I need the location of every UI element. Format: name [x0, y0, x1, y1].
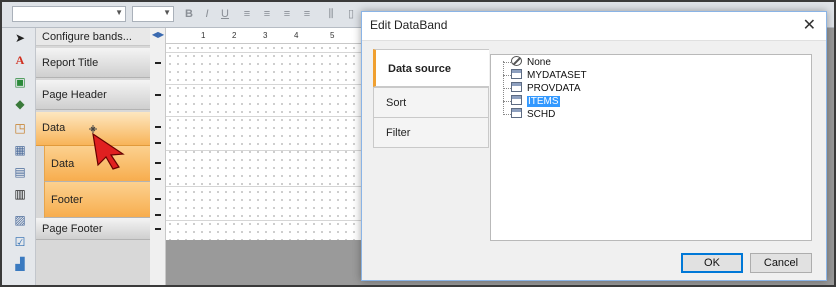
data-source-tree[interactable]: None MYDATASET PROVDATA ITEMS SCHD	[490, 54, 812, 241]
band-divider	[166, 150, 366, 151]
band-marker	[155, 198, 161, 200]
cancel-button[interactable]: Cancel	[750, 253, 812, 273]
table-icon	[511, 95, 522, 105]
checkbox-tool-icon[interactable]: ☑	[12, 234, 28, 250]
border-icon[interactable]: ⫼	[324, 6, 338, 22]
font-size-combo[interactable]: ▼	[132, 6, 174, 22]
tree-item-label: None	[527, 57, 551, 68]
dialog-body: Data source Sort Filter None MYDATASET P…	[362, 40, 826, 280]
tab-sort[interactable]: Sort	[373, 87, 489, 118]
band-marker	[155, 142, 161, 144]
ruler-tick: 1	[201, 31, 206, 40]
font-name-combo[interactable]: ▼	[12, 6, 126, 22]
band-divider	[166, 186, 366, 187]
tree-item-items[interactable]: ITEMS	[511, 95, 560, 108]
subreport-tool-icon[interactable]: ◳	[12, 120, 28, 136]
justify-icon[interactable]: ≡	[300, 6, 314, 22]
barcode-tool-icon[interactable]: ▥	[12, 186, 28, 202]
shape-tool-icon[interactable]: ◆	[12, 96, 28, 112]
collapse-toggle-icon[interactable]: ◀▶	[151, 28, 165, 42]
align-center-icon[interactable]: ≡	[260, 6, 274, 22]
band-marker	[155, 162, 161, 164]
tree-item-mydataset[interactable]: MYDATASET	[511, 69, 587, 82]
tree-item-label: PROVDATA	[527, 83, 581, 94]
tree-item-label: MYDATASET	[527, 70, 587, 81]
band-marker	[155, 62, 161, 64]
band-markers: ◀▶	[150, 28, 166, 285]
tree-connector	[503, 62, 511, 63]
underline-icon[interactable]: U	[218, 6, 232, 22]
band-footer[interactable]: Footer	[44, 182, 150, 218]
design-canvas[interactable]	[166, 44, 366, 240]
band-marker	[155, 94, 161, 96]
tab-filter[interactable]: Filter	[373, 117, 489, 148]
chart-tool-icon[interactable]: ▟	[12, 256, 28, 272]
band-divider	[166, 116, 366, 117]
band-divider	[166, 52, 366, 53]
tree-connector	[503, 75, 511, 76]
horizontal-ruler: 1 2 3 4 5	[166, 28, 366, 44]
ruler-tick: 5	[330, 31, 335, 40]
chevron-down-icon: ▼	[115, 8, 123, 17]
tree-item-label: SCHD	[527, 109, 556, 120]
table-icon	[511, 108, 522, 118]
tree-connector	[503, 88, 511, 89]
close-icon[interactable]: ✕	[803, 15, 816, 35]
band-report-title[interactable]: Report Title	[36, 48, 150, 78]
report-designer-window: ▼ ▼ B I U ≡ ≡ ≡ ≡ ⫼ ▯ ➤ A ▣ ◆ ◳ ▦ ▤ ▥ ▨ …	[0, 0, 836, 287]
tool-strip: ➤ A ▣ ◆ ◳ ▦ ▤ ▥ ▨ ☑ ▟	[2, 28, 36, 285]
band-divider	[166, 84, 366, 85]
tree-item-none[interactable]: None	[511, 56, 551, 69]
frame-icon[interactable]: ▯	[344, 6, 358, 22]
rich-text-tool-icon[interactable]: ▨	[12, 212, 28, 228]
align-left-icon[interactable]: ≡	[240, 6, 254, 22]
picture-tool-icon[interactable]: ▣	[12, 74, 28, 90]
band-page-header[interactable]: Page Header	[36, 80, 150, 110]
none-icon	[511, 56, 522, 66]
ruler-tick: 3	[263, 31, 268, 40]
canvas-background	[166, 240, 366, 285]
align-right-icon[interactable]: ≡	[280, 6, 294, 22]
band-marker	[155, 178, 161, 180]
ruler-tick: 2	[232, 31, 237, 40]
matrix-tool-icon[interactable]: ▤	[12, 164, 28, 180]
edit-databand-dialog: Edit DataBand ✕ Data source Sort Filter …	[361, 11, 827, 281]
configure-bands-button[interactable]: Configure bands...	[36, 28, 150, 46]
band-page-footer[interactable]: Page Footer	[36, 218, 150, 240]
table-icon	[511, 82, 522, 92]
tree-connector	[503, 101, 511, 102]
tree-item-schd[interactable]: SCHD	[511, 108, 555, 121]
chevron-down-icon: ▼	[163, 8, 171, 17]
band-marker	[155, 126, 161, 128]
italic-icon[interactable]: I	[200, 6, 214, 22]
mouse-pointer-icon	[89, 125, 125, 170]
tree-item-provdata[interactable]: PROVDATA	[511, 82, 581, 95]
ok-button[interactable]: OK	[681, 253, 743, 273]
tree-connector	[503, 114, 511, 115]
band-marker	[155, 228, 161, 230]
tree-item-label: ITEMS	[527, 96, 560, 107]
bold-icon[interactable]: B	[182, 6, 196, 22]
text-tool-icon[interactable]: A	[12, 52, 28, 68]
dialog-title: Edit DataBand	[370, 18, 448, 32]
table-icon	[511, 69, 522, 79]
band-divider	[166, 220, 366, 221]
tab-data-source[interactable]: Data source	[373, 49, 489, 87]
ruler-tick: 4	[294, 31, 299, 40]
band-marker	[155, 214, 161, 216]
pointer-tool-icon[interactable]: ➤	[12, 30, 28, 46]
table-tool-icon[interactable]: ▦	[12, 142, 28, 158]
